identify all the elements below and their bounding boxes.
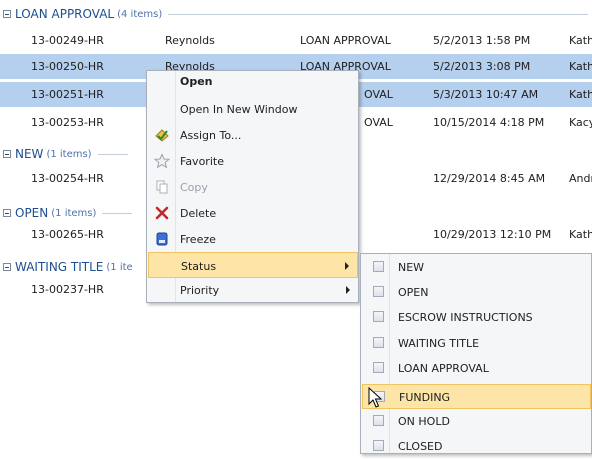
menu-item-status[interactable]: Status — [148, 252, 358, 278]
status-option-new[interactable]: NEW — [362, 255, 591, 280]
context-menu: Open Open In New Window Assign To... Fav… — [146, 70, 359, 303]
status-option-label: CLOSED — [398, 440, 443, 453]
cell-status: OVAL — [364, 88, 393, 101]
checkbox-icon[interactable] — [373, 337, 384, 348]
status-option-label: LOAN APPROVAL — [398, 362, 489, 375]
group-count: (1 ite — [106, 261, 133, 273]
status-option-funding[interactable]: FUNDING — [362, 384, 591, 409]
cell-user: Andr — [569, 172, 592, 185]
cell-name: Reynolds — [165, 34, 215, 47]
checkbox-icon[interactable] — [373, 286, 384, 297]
group-count: (1 items) — [46, 148, 92, 160]
cell-user: Kacy — [569, 116, 592, 129]
group-count: (4 items) — [117, 8, 163, 20]
cell-status: LOAN APPROVAL — [300, 34, 391, 47]
cell-id: 13-00237-HR — [31, 283, 104, 296]
cell-id: 13-00253-HR — [31, 116, 104, 129]
group-divider — [102, 212, 133, 214]
status-option-on-hold[interactable]: ON HOLD — [362, 409, 591, 434]
status-option-open[interactable]: OPEN — [362, 280, 591, 305]
collapse-icon[interactable] — [3, 10, 11, 18]
star-icon — [153, 153, 171, 169]
cell-user: Kath — [569, 34, 592, 47]
table-row[interactable]: 13-00249-HR Reynolds LOAN APPROVAL 5/2/2… — [0, 28, 592, 53]
group-divider — [97, 153, 128, 155]
menu-item-label: Copy — [180, 181, 208, 194]
menu-item-label: Open In New Window — [180, 103, 298, 116]
menu-item-freeze[interactable]: Freeze — [148, 226, 358, 252]
cell-date: 5/2/2013 3:08 PM — [433, 60, 531, 73]
mouse-cursor-icon — [368, 387, 382, 408]
cell-id: 13-00249-HR — [31, 34, 104, 47]
submenu-arrow-icon — [346, 286, 350, 294]
menu-item-open[interactable]: Open — [148, 71, 358, 97]
group-name: NEW — [15, 147, 44, 161]
freeze-icon — [154, 231, 170, 247]
cell-date: 12/29/2014 8:45 AM — [433, 172, 546, 185]
status-option-label: ESCROW INSTRUCTIONS — [398, 311, 533, 324]
assign-icon — [154, 127, 170, 143]
cell-id: 13-00254-HR — [31, 172, 104, 185]
submenu-arrow-icon — [345, 262, 349, 270]
group-name: WAITING TITLE — [15, 260, 104, 274]
cell-user: Kath — [569, 88, 592, 101]
group-divider — [168, 13, 588, 15]
cell-date: 5/2/2013 1:58 PM — [433, 34, 531, 47]
menu-item-favorite[interactable]: Favorite — [148, 148, 358, 174]
status-option-closed[interactable]: CLOSED — [362, 434, 591, 459]
group-name: OPEN — [15, 206, 49, 220]
status-option-escrow-instructions[interactable]: ESCROW INSTRUCTIONS — [362, 305, 591, 330]
delete-icon — [154, 205, 170, 221]
cell-id: 13-00265-HR — [31, 228, 104, 241]
group-header-loan-approval[interactable]: LOAN APPROVAL (4 items) — [0, 4, 592, 24]
menu-item-open-new-window[interactable]: Open In New Window — [148, 96, 358, 122]
menu-item-label: Delete — [180, 207, 217, 220]
menu-item-label: Freeze — [180, 233, 216, 246]
menu-item-label: Favorite — [180, 155, 224, 168]
checkbox-icon[interactable] — [373, 362, 384, 373]
cell-date: 5/3/2013 10:47 AM — [433, 88, 539, 101]
cell-date: 10/29/2013 12:10 PM — [433, 228, 552, 241]
status-option-label: OPEN — [398, 286, 429, 299]
menu-item-label: Status — [181, 260, 217, 273]
status-option-waiting-title[interactable]: WAITING TITLE — [362, 331, 591, 356]
group-name: LOAN APPROVAL — [15, 7, 115, 21]
menu-item-delete[interactable]: Delete — [148, 200, 358, 226]
checkbox-icon[interactable] — [373, 311, 384, 322]
copy-icon — [154, 179, 170, 195]
group-count: (1 items) — [51, 207, 97, 219]
menu-item-priority[interactable]: Priority — [148, 277, 358, 303]
menu-item-copy[interactable]: Copy — [148, 174, 358, 200]
cell-date: 10/15/2014 4:18 PM — [433, 116, 545, 129]
checkbox-icon[interactable] — [373, 440, 384, 451]
status-option-label: WAITING TITLE — [398, 337, 480, 350]
collapse-icon[interactable] — [3, 209, 11, 217]
menu-item-label: Assign To... — [180, 129, 242, 142]
cell-user: Kath — [569, 60, 592, 73]
menu-item-label: Open — [180, 75, 213, 88]
cell-id: 13-00251-HR — [31, 88, 104, 101]
collapse-icon[interactable] — [3, 263, 11, 271]
checkbox-icon[interactable] — [373, 415, 384, 426]
status-option-label: ON HOLD — [398, 415, 450, 428]
status-submenu: NEW OPEN ESCROW INSTRUCTIONS WAITING TIT… — [360, 253, 592, 454]
status-option-label: NEW — [398, 261, 425, 274]
status-option-label: FUNDING — [399, 391, 451, 404]
checkbox-icon[interactable] — [373, 261, 384, 272]
cell-id: 13-00250-HR — [31, 60, 104, 73]
cell-status: OVAL — [364, 116, 393, 129]
menu-item-assign-to[interactable]: Assign To... — [148, 122, 358, 148]
cell-user: Kath — [569, 228, 592, 241]
status-option-loan-approval[interactable]: LOAN APPROVAL — [362, 356, 591, 381]
collapse-icon[interactable] — [3, 150, 11, 158]
menu-item-label: Priority — [180, 284, 220, 297]
